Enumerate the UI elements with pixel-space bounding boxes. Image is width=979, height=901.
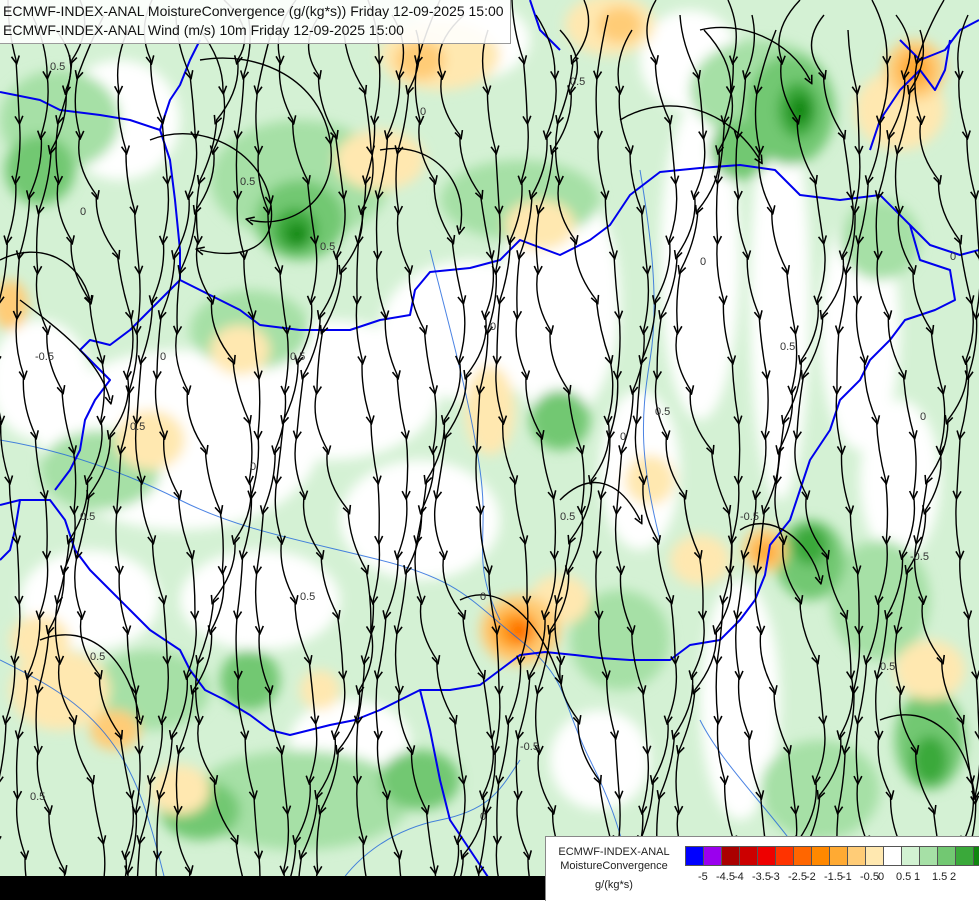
legend-tick: 1 <box>914 871 921 883</box>
contour-label: 0 <box>480 811 486 823</box>
legend-tick: -2 <box>806 871 816 883</box>
contour-label: 0.5 <box>570 76 585 88</box>
legend-swatch <box>739 846 758 866</box>
contour-label: 0 <box>950 251 956 263</box>
weather-map: 0 0 0 0 0 0 0 0 0 0 0 0.5 0.5 0.5 0.5 0.5 0.5 0.5 0.5 0.5 0.… <box>0 0 979 900</box>
legend-tick: 2 <box>950 871 957 883</box>
contour-label: 0 <box>250 461 256 473</box>
legend-title-line2: MoistureConvergence <box>560 860 668 872</box>
legend-swatch <box>919 846 938 866</box>
legend-swatch <box>955 846 974 866</box>
contour-label: -0.5 <box>35 351 54 363</box>
contour-label: -0.5 <box>740 511 759 523</box>
legend-swatch <box>703 846 722 866</box>
legend-tick: 0 <box>878 871 885 883</box>
contour-label: 0 <box>80 206 86 218</box>
contour-label: 0.5 <box>50 61 65 73</box>
contour-label: 0 <box>920 411 926 423</box>
contour-label: 0.5 <box>655 406 670 418</box>
contour-label: 0.5 <box>880 661 895 673</box>
legend-swatch <box>829 846 848 866</box>
contour-label: 0.5 <box>320 241 335 253</box>
contour-label: 0.5 <box>300 591 315 603</box>
contour-label: 0.5 <box>80 511 95 523</box>
legend-tick: -2.5 <box>788 871 807 883</box>
contour-label: 0 <box>160 351 166 363</box>
legend-title-line1: ECMWF-INDEX-ANAL <box>558 846 670 858</box>
legend-swatch <box>685 846 704 866</box>
legend-tick: -1 <box>842 871 852 883</box>
legend-swatch <box>793 846 812 866</box>
legend-tick: -5 <box>698 871 708 883</box>
legend-swatch <box>757 846 776 866</box>
contour-label: 0.5 <box>560 511 575 523</box>
contour-label: 0.5 <box>780 341 795 353</box>
legend-swatch <box>865 846 884 866</box>
contour-label: 0.5 <box>240 176 255 188</box>
legend-tick: -3.5 <box>752 871 771 883</box>
legend-tick: 0.5 <box>896 871 912 883</box>
contour-label: 0.5 <box>90 651 105 663</box>
legend-swatch <box>847 846 866 866</box>
legend-unit: g/(kg*s) <box>595 879 633 891</box>
legend-tick: -0.5 <box>860 871 879 883</box>
legend-swatch <box>775 846 794 866</box>
legend-swatch <box>901 846 920 866</box>
contour-label: 0 <box>420 106 426 118</box>
map-title-box: ECMWF-INDEX-ANAL MoistureConvergence (g/… <box>0 0 511 44</box>
contour-label: 0 <box>480 591 486 603</box>
contour-label: 0 <box>490 321 496 333</box>
contour-label: -0.5 <box>910 551 929 563</box>
title-moisture-convergence: ECMWF-INDEX-ANAL MoistureConvergence (g/… <box>3 3 504 19</box>
legend: ECMWF-INDEX-ANAL MoistureConvergence g/(… <box>545 836 979 901</box>
legend-tick: -4.5 <box>716 871 735 883</box>
legend-tick: -4 <box>734 871 744 883</box>
legend-swatch <box>883 846 902 866</box>
legend-swatch <box>937 846 956 866</box>
legend-tick: 1.5 <box>932 871 948 883</box>
contour-label: 0.5 <box>30 791 45 803</box>
contour-label: 0 <box>620 431 626 443</box>
title-wind: ECMWF-INDEX-ANAL Wind (m/s) 10m Friday 1… <box>3 22 404 38</box>
legend-color-scale <box>685 846 979 866</box>
contour-label: 0.5 <box>290 351 305 363</box>
legend-tick: -3 <box>770 871 780 883</box>
contour-label: 0 <box>700 256 706 268</box>
bottom-strip <box>0 876 545 900</box>
legend-title: ECMWF-INDEX-ANAL MoistureConvergence <box>548 845 680 873</box>
legend-swatch <box>721 846 740 866</box>
legend-swatch <box>973 846 979 866</box>
contour-label: -0.5 <box>520 741 539 753</box>
legend-tick: -1.5 <box>824 871 843 883</box>
legend-swatch <box>811 846 830 866</box>
contour-label: 0.5 <box>130 421 145 433</box>
